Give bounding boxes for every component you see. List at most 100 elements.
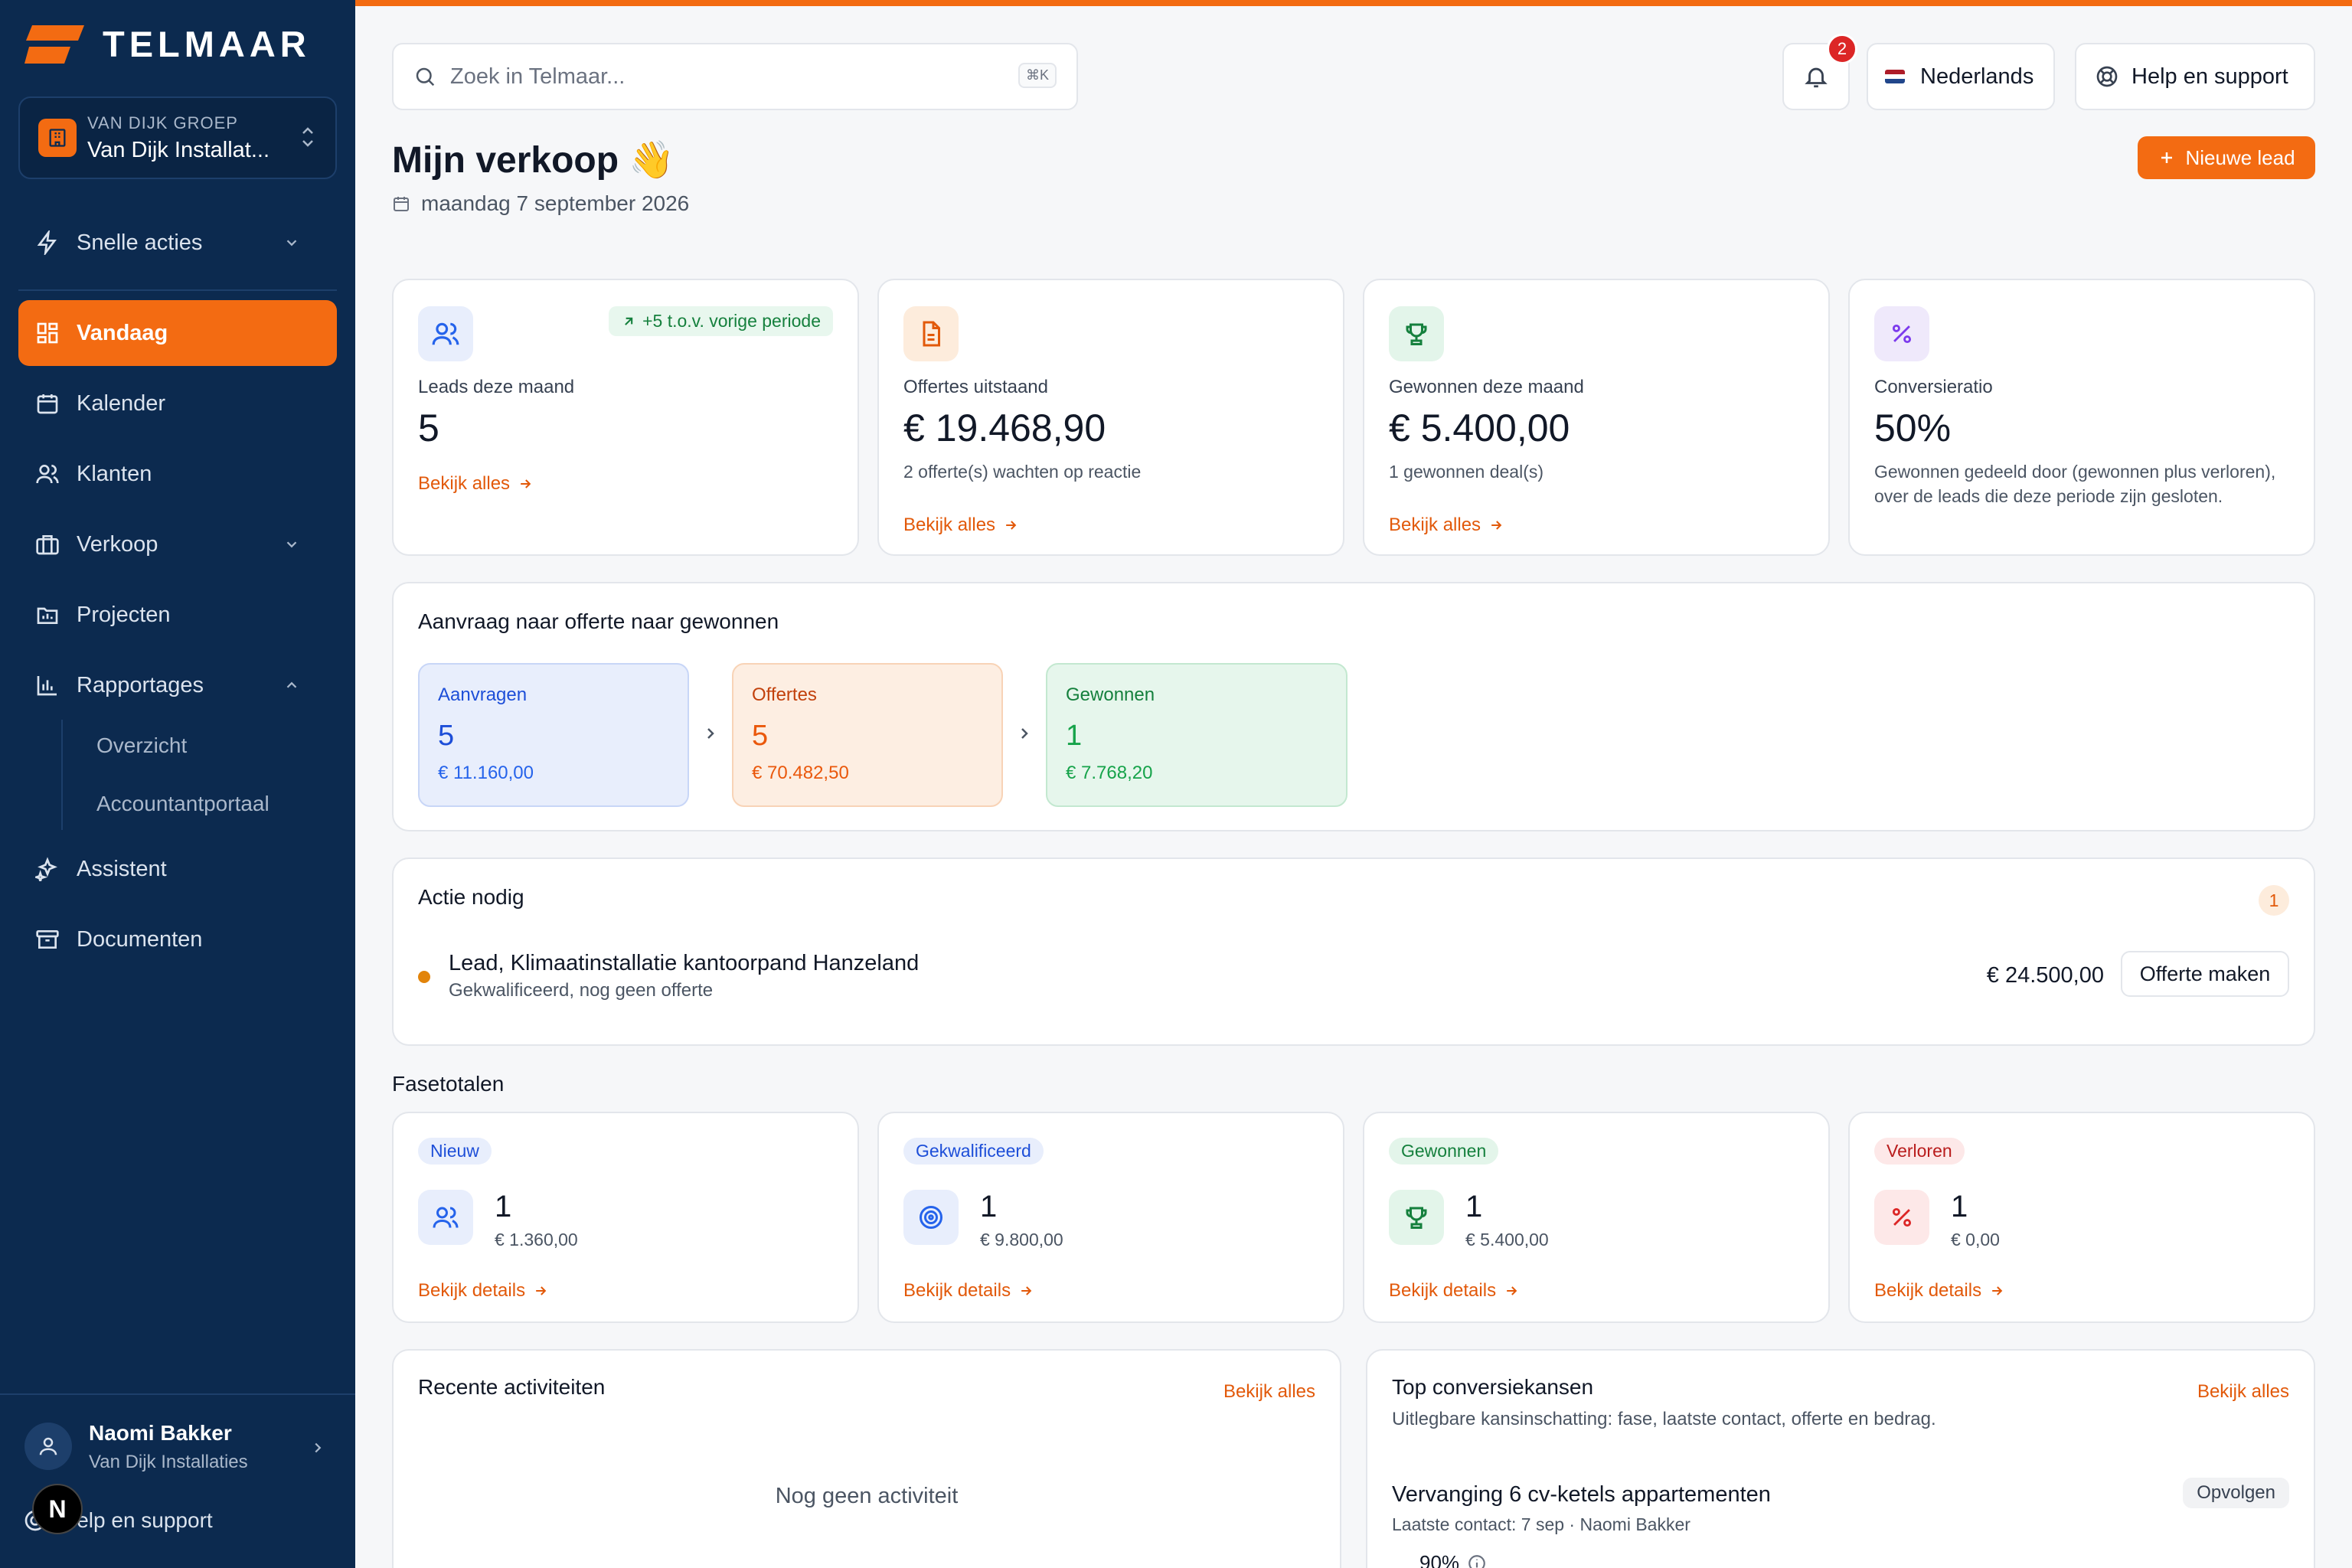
action-item-amount: € 24.500,00 xyxy=(1986,963,2104,988)
nav-overzicht[interactable]: Overzicht xyxy=(96,733,187,758)
phase-nieuw: Nieuw 1 € 1.360,00 Bekijk details xyxy=(392,1112,859,1323)
funnel-step-offertes[interactable]: Offertes 5 € 70.482,50 xyxy=(732,663,1003,807)
view-all-link[interactable]: Bekijk alles xyxy=(418,473,533,495)
phase-count: 1 xyxy=(980,1190,998,1223)
arrow-right-icon xyxy=(536,1286,547,1295)
user-company: Van Dijk Installaties xyxy=(89,1452,248,1472)
arrow-right-icon xyxy=(521,479,531,488)
phase-pill: Gewonnen xyxy=(1389,1138,1499,1165)
trend-text: +5 t.o.v. vorige periode xyxy=(642,311,821,331)
page-date: maandag 7 september 2026 xyxy=(392,191,689,216)
info-icon[interactable] xyxy=(1467,1553,1487,1568)
org-group: VAN DIJK GROEP xyxy=(87,113,238,132)
view-all-link[interactable]: Bekijk alles xyxy=(1389,514,1504,536)
action-item-title[interactable]: Lead, Klimaatinstallatie kantoorpand Han… xyxy=(449,951,919,976)
funnel-step-gewonnen[interactable]: Gewonnen 1 € 7.768,20 xyxy=(1046,663,1348,807)
link-label: Bekijk details xyxy=(903,1280,1011,1301)
chevron-right-icon[interactable] xyxy=(309,1436,326,1459)
view-details-link[interactable]: Bekijk details xyxy=(903,1280,1034,1302)
link-label: Bekijk alles xyxy=(1389,514,1481,535)
kpi-sub: 2 offerte(s) wachten op reactie xyxy=(903,462,1142,482)
divider xyxy=(18,289,337,291)
sidebar: TELMAAR VAN DIJK GROEP Van Dijk Installa… xyxy=(0,0,355,1568)
funnel-step-aanvragen[interactable]: Aanvragen 5 € 11.160,00 xyxy=(418,663,689,807)
nav-klanten[interactable]: Klanten xyxy=(18,441,337,507)
view-details-link[interactable]: Bekijk details xyxy=(418,1280,548,1302)
org-switcher[interactable]: VAN DIJK GROEP Van Dijk Installat... xyxy=(18,96,337,179)
step-amount: € 7.768,20 xyxy=(1066,763,1153,783)
calendar-icon xyxy=(37,394,58,414)
phase-amount: € 1.360,00 xyxy=(495,1230,578,1250)
nav-verkoop[interactable]: Verkoop xyxy=(18,511,337,577)
target-icon xyxy=(903,1190,959,1245)
top-sub: Uitlegbare kansinschatting: fase, laatst… xyxy=(1392,1409,1936,1429)
step-label: Offertes xyxy=(752,684,817,705)
view-details-link[interactable]: Bekijk details xyxy=(1874,1280,2004,1302)
bolt-icon xyxy=(37,230,57,255)
view-all-link[interactable]: Bekijk alles xyxy=(903,514,1018,536)
phase-gewonnen: Gewonnen 1 € 5.400,00 Bekijk details xyxy=(1363,1112,1830,1323)
arrow-right-icon xyxy=(1021,1286,1032,1295)
search-shortcut: ⌘K xyxy=(1018,63,1057,88)
nav-projecten[interactable]: Projecten xyxy=(18,582,337,648)
step-label: Aanvragen xyxy=(438,684,528,705)
nav-rapportages[interactable]: Rapportages xyxy=(18,652,337,718)
notifications-button[interactable]: 2 xyxy=(1782,34,1857,110)
lifebuoy-icon xyxy=(2096,66,2118,87)
percent-icon xyxy=(1874,1190,1929,1245)
nav-quick-actions[interactable]: Snelle acties xyxy=(18,210,337,276)
user-avatar[interactable] xyxy=(24,1423,72,1470)
nav-assistent[interactable]: Assistent xyxy=(18,836,337,902)
opportunity-badge: Opvolgen xyxy=(2183,1478,2289,1508)
arrow-right-icon xyxy=(1992,1286,2003,1295)
nav-vandaag[interactable]: Vandaag xyxy=(18,300,337,366)
kpi-sub: 1 gewonnen deal(s) xyxy=(1389,462,1544,482)
dev-badge[interactable]: N xyxy=(32,1484,83,1534)
phase-count: 1 xyxy=(1465,1190,1483,1223)
logo[interactable]: TELMAAR xyxy=(24,23,311,65)
search-input[interactable]: Zoek in Telmaar... ⌘K xyxy=(392,43,1078,110)
org-name: Van Dijk Installat... xyxy=(87,137,270,162)
date-text: maandag 7 september 2026 xyxy=(421,191,690,215)
dutch-flag-icon xyxy=(1885,70,1905,83)
kpi-conversion: Conversieratio 50% Gewonnen gedeeld door… xyxy=(1848,279,2315,556)
trend-badge: +5 t.o.v. vorige periode xyxy=(609,306,833,336)
action-needed-card: Actie nodig 1 Lead, Klimaatinstallatie k… xyxy=(392,858,2315,1046)
link-label: Bekijk alles xyxy=(418,473,511,494)
phases-title: Fasetotalen xyxy=(392,1072,505,1096)
nav-label: Projecten xyxy=(77,602,171,627)
kpi-title: Leads deze maand xyxy=(418,377,575,397)
bar-chart-icon xyxy=(37,676,57,696)
search-icon xyxy=(416,67,435,87)
phase-amount: € 5.400,00 xyxy=(1465,1230,1549,1250)
recent-view-all-link[interactable]: Bekijk alles xyxy=(1223,1381,1315,1403)
notifications-count: 2 xyxy=(1827,34,1857,64)
help-support-button[interactable]: Help en support xyxy=(2075,43,2315,110)
phase-count: 1 xyxy=(1951,1190,1968,1223)
users-icon xyxy=(418,306,473,361)
user-name[interactable]: Naomi Bakker xyxy=(89,1421,232,1446)
arrow-right-icon xyxy=(1507,1286,1517,1295)
nav-label: Vandaag xyxy=(77,320,168,345)
nav-kalender[interactable]: Kalender xyxy=(18,371,337,436)
phase-verloren: Verloren 1 € 0,00 Bekijk details xyxy=(1848,1112,2315,1323)
trophy-icon xyxy=(1389,306,1444,361)
funnel-title: Aanvraag naar offerte naar gewonnen xyxy=(418,609,779,633)
arrow-right-icon xyxy=(1006,521,1017,530)
nav-label: Snelle acties xyxy=(77,230,203,255)
nav-documenten[interactable]: Documenten xyxy=(18,906,337,972)
top-view-all-link[interactable]: Bekijk alles xyxy=(2197,1381,2289,1403)
bell-icon xyxy=(1805,67,1828,88)
make-quote-button[interactable]: Offerte maken xyxy=(2121,951,2289,997)
language-select[interactable]: Nederlands xyxy=(1867,43,2055,110)
new-lead-button[interactable]: Nieuwe lead xyxy=(2138,136,2315,179)
submenu-line xyxy=(61,720,63,830)
nav-label: Klanten xyxy=(77,461,152,486)
nav-accountantportaal[interactable]: Accountantportaal xyxy=(96,792,270,816)
nav-label: Verkoop xyxy=(77,531,158,557)
link-label: Bekijk details xyxy=(1874,1280,1982,1301)
step-value: 5 xyxy=(752,720,769,752)
view-details-link[interactable]: Bekijk details xyxy=(1389,1280,1519,1302)
status-dot xyxy=(418,971,430,983)
opportunity-title[interactable]: Vervanging 6 cv-ketels appartementen xyxy=(1392,1482,1771,1508)
